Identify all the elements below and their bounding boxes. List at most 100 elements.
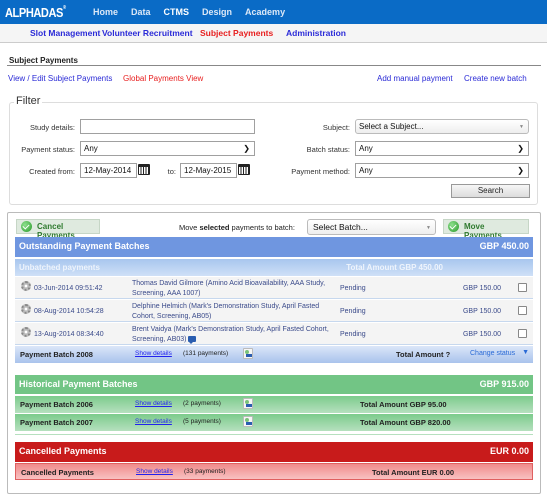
batch-total: Total Amount GBP 95.00: [360, 400, 447, 409]
app-logo[interactable]: ALPHADAS®: [5, 5, 66, 20]
created-to-input[interactable]: 12-May-2015: [180, 163, 237, 178]
batch-name: Payment Batch 2006: [20, 400, 93, 409]
created-from-label: Created from:: [29, 167, 75, 176]
batch-count: (131 payments): [183, 350, 229, 357]
global-payments-view-link[interactable]: Global Payments View: [123, 74, 203, 83]
cancelled-title: Cancelled Payments: [19, 446, 107, 456]
batch-select-value: Select Batch...: [313, 222, 368, 232]
batch-name: Payment Batch 2008: [20, 350, 93, 359]
batch-row-2008: Payment Batch 2008 Show details (131 pay…: [15, 346, 533, 363]
change-status-link[interactable]: Change status: [470, 350, 515, 357]
payment-status: Pending: [340, 285, 366, 292]
calendar-icon[interactable]: [138, 164, 150, 175]
show-details-link[interactable]: Show details: [135, 400, 172, 407]
subject-select[interactable]: Select a Subject... ▼: [355, 119, 529, 134]
sub-nav-slot-management[interactable]: Slot Management: [30, 28, 100, 38]
move-payments-label: Move selected payments to batch:: [179, 223, 295, 232]
payment-status-select[interactable]: Any ❯: [80, 141, 255, 156]
payment-status-label: Payment status:: [21, 145, 75, 154]
page-title: Subject Payments: [9, 56, 78, 65]
historical-batches-header: Historical Payment Batches GBP 915.00: [15, 375, 533, 394]
outstanding-title: Outstanding Payment Batches: [19, 241, 150, 251]
historical-title: Historical Payment Batches: [19, 379, 138, 389]
sub-nav-subject-payments[interactable]: Subject Payments: [200, 28, 273, 38]
batch-total: Total Amount GBP 820.00: [360, 418, 451, 427]
top-nav-ctms[interactable]: CTMS: [164, 7, 190, 17]
logo-text: ALPHADAS: [5, 5, 63, 20]
title-divider: [7, 65, 541, 66]
payment-amount: GBP 150.00: [462, 285, 501, 292]
subject-label: Subject:: [322, 123, 350, 132]
batch-status-select[interactable]: Any ❯: [355, 141, 529, 156]
show-details-link[interactable]: Show details: [136, 468, 173, 475]
to-label: to:: [167, 167, 176, 176]
payment-date: 08-Aug-2014 10:54:28: [34, 308, 104, 315]
cancelled-payments-header: Cancelled Payments EUR 0.00: [15, 442, 533, 462]
dropdown-arrow-icon: ▼: [426, 225, 431, 231]
top-nav-design[interactable]: Design: [202, 7, 232, 17]
payment-checkbox[interactable]: [518, 283, 527, 292]
export-document-icon[interactable]: [243, 416, 253, 427]
show-details-link[interactable]: Show details: [135, 350, 172, 357]
historical-total: GBP 915.00: [479, 379, 529, 389]
create-new-batch-link[interactable]: Create new batch: [464, 74, 527, 83]
payment-checkbox[interactable]: [518, 329, 527, 338]
batch-row-2007: Payment Batch 2007 Show details (5 payme…: [15, 414, 533, 431]
payment-status: Pending: [340, 331, 366, 338]
batch-total: Total Amount EUR 0.00: [372, 468, 455, 477]
chevron-down-icon: ❯: [517, 144, 524, 153]
gear-icon[interactable]: [21, 281, 31, 291]
payment-checkbox[interactable]: [518, 306, 527, 315]
top-nav-home[interactable]: Home: [93, 7, 118, 17]
batch-select[interactable]: Select Batch... ▼: [307, 219, 436, 235]
top-nav-academy[interactable]: Academy: [245, 7, 285, 17]
dropdown-arrow-icon: ▼: [519, 124, 524, 130]
add-manual-payment-link[interactable]: Add manual payment: [377, 74, 453, 83]
created-from-input[interactable]: 12-May-2014: [80, 163, 137, 178]
filter-legend: Filter: [14, 95, 43, 107]
search-button[interactable]: Search: [451, 184, 530, 198]
payment-method-select[interactable]: Any ❯: [355, 163, 529, 178]
top-nav: Home Data CTMS Design Academy: [93, 7, 298, 17]
cancelled-total: EUR 0.00: [489, 446, 529, 456]
outstanding-total: GBP 450.00: [479, 241, 529, 251]
export-document-icon[interactable]: [243, 398, 253, 409]
payment-description: Brent Vaidya (Mark's Demonstration Study…: [132, 325, 332, 345]
batch-count: (33 payments): [184, 468, 226, 475]
move-payments-button[interactable]: Move Payments: [443, 219, 529, 240]
comment-icon[interactable]: [188, 336, 197, 345]
calendar-icon[interactable]: [238, 164, 250, 175]
batch-name: Payment Batch 2007: [20, 418, 93, 427]
sub-nav-administration[interactable]: Administration: [286, 28, 346, 38]
move-label-post: payments to batch:: [229, 223, 295, 232]
payment-status: Pending: [340, 308, 366, 315]
move-label-bold: selected: [199, 223, 230, 232]
unbatched-payments-header: Unbatched payments Total Amount GBP 450.…: [15, 259, 533, 276]
top-nav-data[interactable]: Data: [131, 7, 151, 17]
gear-icon[interactable]: [21, 327, 31, 337]
study-details-label: Study details:: [29, 123, 75, 132]
payment-amount: GBP 150.00: [462, 308, 501, 315]
batch-total: Total Amount ?: [396, 350, 451, 359]
check-circle-icon: [21, 221, 32, 232]
show-details-link[interactable]: Show details: [135, 418, 172, 425]
payment-description: Delphine Helmich (Mark's Demonstration S…: [132, 303, 320, 320]
historical-divider: [15, 434, 533, 435]
top-navigation-bar: ALPHADAS® Home Data CTMS Design Academy: [0, 0, 547, 24]
export-document-icon[interactable]: [243, 348, 253, 359]
study-details-input[interactable]: [80, 119, 255, 134]
chevron-down-icon: ❯: [517, 166, 524, 175]
view-edit-payments-link[interactable]: View / Edit Subject Payments: [8, 74, 112, 83]
sub-nav-volunteer-recruitment[interactable]: Volunteer Recruitment: [102, 28, 193, 38]
batch-status-value: Any: [359, 144, 373, 153]
payment-method-value: Any: [359, 166, 373, 175]
batch-count: (2 payments): [183, 400, 221, 407]
cancelled-payments-row: Cancelled Payments Show details (33 paym…: [15, 463, 533, 480]
payment-date: 13-Aug-2014 08:34:40: [34, 331, 104, 338]
unbatched-total: Total Amount GBP 450.00: [346, 263, 443, 272]
caret-down-icon[interactable]: ▼: [522, 349, 529, 356]
cancel-payments-button[interactable]: Cancel Payments: [16, 219, 100, 240]
move-label-pre: Move: [179, 223, 200, 232]
payment-description: Thomas David Gilmore (Amino Acid Bioavai…: [132, 280, 326, 297]
gear-icon[interactable]: [21, 304, 31, 314]
